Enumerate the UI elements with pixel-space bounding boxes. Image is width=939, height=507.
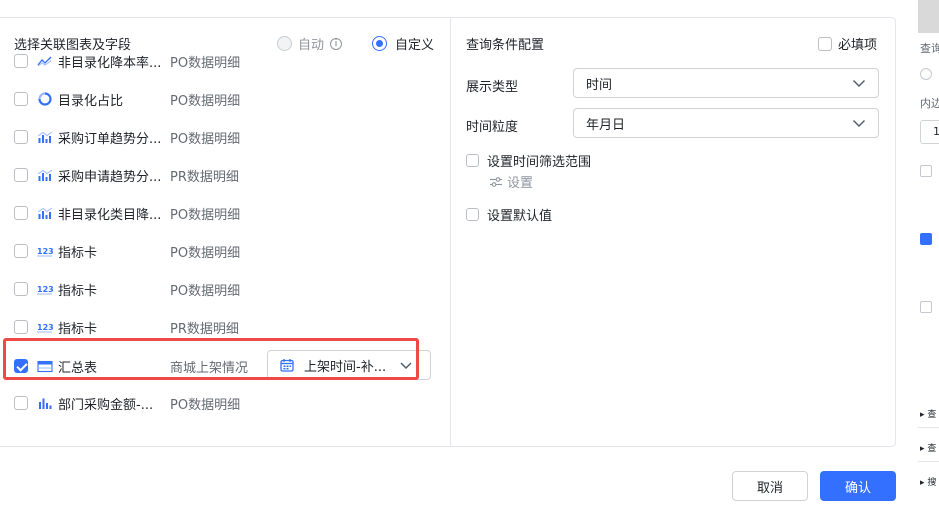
- display-type-select[interactable]: 时间: [573, 68, 879, 98]
- granularity-label: 时间粒度: [466, 120, 519, 135]
- background-tree-item: ▸ 查: [920, 444, 937, 454]
- required-label: 必填项: [838, 38, 878, 53]
- confirm-button[interactable]: 确认: [820, 471, 896, 501]
- chart-name: 采购申请趋势分...: [58, 169, 162, 185]
- background-checkbox: [920, 165, 932, 177]
- chart-checkbox[interactable]: [14, 206, 28, 220]
- chart-name: 指标卡: [58, 283, 98, 299]
- svg-text:123: 123: [37, 323, 53, 332]
- default-checkbox[interactable]: [466, 208, 479, 221]
- query-config-dialog: 选择关联图表及字段 自动 i 自定义 非目录化降本率... PO数据明细 目录化占比…: [0, 0, 918, 507]
- chart-row[interactable]: 采购订单趋势分... PO数据明细: [14, 127, 444, 147]
- setting-label: 设置: [507, 176, 534, 191]
- chart-name: 部门采购金额-...: [58, 397, 154, 413]
- number-card-icon: 123: [37, 282, 53, 296]
- chart-row[interactable]: 非目录化类目降... PO数据明细: [14, 203, 444, 223]
- chart-source: PR数据明细: [170, 169, 239, 185]
- chart-name: 非目录化降本率...: [58, 55, 162, 71]
- required-option[interactable]: 必填项: [818, 34, 877, 53]
- range-option-label: 设置时间筛选范围: [487, 155, 592, 170]
- svg-text:123: 123: [37, 285, 53, 294]
- chart-source: PR数据明细: [170, 321, 239, 337]
- background-label: 查询: [920, 42, 939, 55]
- bar-line-chart-icon: [37, 206, 53, 220]
- chart-source: PO数据明细: [170, 245, 241, 261]
- chevron-down-icon: [853, 80, 865, 87]
- line-chart-icon: [37, 54, 53, 68]
- default-option-label: 设置默认值: [487, 209, 553, 224]
- chart-row[interactable]: 目录化占比 PO数据明细: [14, 89, 444, 109]
- chart-source: PO数据明细: [170, 283, 241, 299]
- default-option[interactable]: 设置默认值: [466, 205, 552, 224]
- chart-checkbox[interactable]: [14, 244, 28, 258]
- chart-row[interactable]: 123 指标卡 PR数据明细: [14, 317, 444, 337]
- background-input: 1: [920, 120, 939, 144]
- display-type-value: 时间: [586, 77, 613, 93]
- chart-checkbox[interactable]: [14, 92, 28, 106]
- chart-row[interactable]: 部门采购金额-... PO数据明细: [14, 393, 444, 413]
- background-checkbox: [920, 233, 932, 245]
- sliders-icon: [490, 176, 502, 187]
- bar-line-chart-icon: [37, 168, 53, 182]
- chart-checkbox[interactable]: [14, 396, 28, 410]
- info-icon[interactable]: i: [330, 37, 343, 50]
- query-config-title: 查询条件配置: [466, 38, 545, 53]
- chart-name: 汇总表: [58, 360, 98, 376]
- range-checkbox[interactable]: [466, 154, 479, 167]
- chart-checkbox[interactable]: [14, 168, 28, 182]
- number-card-icon: 123: [37, 320, 53, 334]
- chevron-down-icon: [400, 362, 412, 369]
- granularity-value: 年月日: [586, 117, 626, 133]
- background-divider: [918, 461, 939, 462]
- chevron-down-icon: [853, 120, 865, 127]
- required-checkbox[interactable]: [818, 36, 832, 51]
- chart-source: PO数据明细: [170, 93, 241, 109]
- calendar-icon: [280, 359, 294, 372]
- cancel-button[interactable]: 取消: [732, 471, 808, 501]
- background-label: 内边: [920, 97, 939, 110]
- chart-name: 非目录化类目降...: [58, 207, 162, 223]
- background-tree-item: ▸ 搜: [920, 478, 937, 488]
- chart-source: PO数据明细: [170, 207, 241, 223]
- chart-source: PO数据明细: [170, 131, 241, 147]
- granularity-select[interactable]: 年月日: [573, 108, 879, 138]
- field-select[interactable]: 上架时间-补...: [267, 350, 431, 380]
- panel-divider: [450, 17, 451, 447]
- chart-name: 指标卡: [58, 321, 98, 337]
- chart-row[interactable]: 非目录化降本率... PO数据明细: [14, 51, 444, 71]
- svg-text:123: 123: [37, 247, 53, 256]
- table-icon: [37, 359, 53, 373]
- chart-source: PO数据明细: [170, 397, 241, 413]
- chart-row[interactable]: 123 指标卡 PO数据明细: [14, 279, 444, 299]
- bar-line-chart-icon: [37, 130, 53, 144]
- ring-chart-icon: [37, 92, 53, 106]
- chart-name: 采购订单趋势分...: [58, 131, 162, 147]
- chart-checkbox[interactable]: [14, 359, 28, 373]
- radio-auto[interactable]: [277, 36, 292, 51]
- chart-checkbox[interactable]: [14, 320, 28, 334]
- chart-row[interactable]: 采购申请趋势分... PR数据明细: [14, 165, 444, 185]
- chart-checkbox[interactable]: [14, 130, 28, 144]
- chart-checkbox[interactable]: [14, 54, 28, 68]
- display-type-label: 展示类型: [466, 80, 519, 95]
- chart-name: 目录化占比: [58, 93, 124, 109]
- chart-source: PO数据明细: [170, 55, 241, 71]
- chart-source: 商城上架情况: [170, 360, 249, 376]
- background-divider: [918, 427, 939, 428]
- background-checkbox: [920, 301, 932, 313]
- range-option[interactable]: 设置时间筛选范围: [466, 151, 591, 170]
- chart-row[interactable]: 123 指标卡 PO数据明细: [14, 241, 444, 261]
- background-radio: [920, 68, 932, 80]
- background-tree-item: ▸ 查: [920, 410, 937, 420]
- chart-name: 指标卡: [58, 245, 98, 261]
- number-card-icon: 123: [37, 244, 53, 258]
- bar-chart-icon: [37, 396, 53, 410]
- field-select-value: 上架时间-补...: [304, 359, 387, 375]
- range-setting-link[interactable]: 设置: [489, 172, 533, 191]
- radio-custom[interactable]: [372, 36, 387, 51]
- chart-checkbox[interactable]: [14, 282, 28, 296]
